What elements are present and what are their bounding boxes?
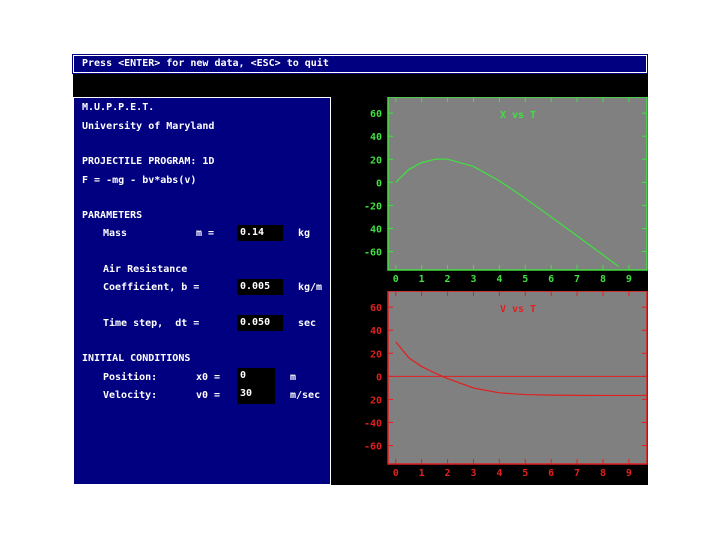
x-tick-label: 9	[626, 274, 632, 285]
x-tick-label: 6	[548, 274, 554, 285]
x-tick-label: 1	[419, 468, 425, 479]
y-tick-label: 60	[370, 303, 382, 314]
x-tick-label: 0	[393, 274, 399, 285]
chart-title: X vs T	[500, 110, 536, 121]
x-tick-label: 5	[522, 468, 528, 479]
y-tick-label: -20	[364, 201, 382, 212]
x-tick-label: 4	[496, 468, 502, 479]
v-vs-t-chart: 60 40 20 0 20 -40 -60 0 1 2 3 4 5 6 7 8 9 V vs T	[364, 291, 648, 479]
x-tick-label: 8	[600, 274, 606, 285]
x-tick-label: 7	[574, 468, 580, 479]
instruction-text: Press <ENTER> for new data, <ESC> to qui…	[82, 58, 329, 69]
mass-input[interactable]: 0.14	[237, 225, 283, 241]
x-tick-label: 5	[522, 274, 528, 285]
position-input[interactable]: 0	[237, 368, 275, 386]
x-tick-label: 0	[393, 468, 399, 479]
x-tick-label: 2	[445, 274, 451, 285]
y-tick-label: -40	[364, 418, 382, 429]
mass-symbol: m =	[196, 228, 215, 239]
drag-coefficient-input[interactable]: 0.005	[237, 279, 283, 295]
y-tick-label: 20	[370, 349, 382, 360]
mass-label: Mass	[103, 228, 128, 239]
force-law: F = -mg - bv*abs(v)	[82, 175, 197, 186]
x-tick-label: 8	[600, 468, 606, 479]
y-tick-label: 20	[370, 395, 382, 406]
y-tick-label: 0	[376, 372, 382, 383]
x-vs-t-chart: 60 40 20 0 -20 40 -60 0 1 2 3 4 5 6 7 8 9 X vs T	[364, 97, 648, 285]
parameters-heading: PARAMETERS	[82, 210, 143, 221]
institution: University of Maryland	[82, 121, 215, 132]
y-tick-label: -60	[364, 248, 382, 259]
chart-title: V vs T	[500, 304, 536, 315]
x-tick-label: 4	[496, 274, 502, 285]
position-label: Position:	[103, 372, 158, 383]
velocity-input[interactable]: 30	[237, 386, 275, 404]
x-tick-label: 1	[419, 274, 425, 285]
position-unit: m	[290, 372, 297, 383]
position-symbol: x0 =	[196, 372, 221, 383]
y-tick-label: 60	[370, 109, 382, 120]
x-tick-label: 7	[574, 274, 580, 285]
app-title: M.U.P.P.E.T.	[82, 102, 155, 113]
plot-area	[387, 97, 648, 271]
initial-conditions-heading: INITIAL CONDITIONS	[82, 353, 191, 364]
x-tick-label: 6	[548, 468, 554, 479]
mass-unit: kg	[298, 228, 311, 239]
drag-unit: kg/m	[298, 282, 323, 293]
y-tick-label: 0	[376, 178, 382, 189]
y-tick-label: 40	[370, 326, 382, 337]
plot-area	[387, 291, 648, 465]
drag-label: Coefficient, b =	[103, 282, 200, 293]
y-tick-label: 40	[370, 224, 382, 235]
y-tick-label: -60	[364, 442, 382, 453]
x-tick-label: 3	[470, 468, 476, 479]
timestep-input[interactable]: 0.050	[237, 315, 283, 331]
timestep-unit: sec	[298, 318, 317, 329]
instruction-bar: Press <ENTER> for new data, <ESC> to qui…	[73, 55, 647, 73]
x-tick-label: 3	[470, 274, 476, 285]
y-tick-label: 20	[370, 155, 382, 166]
timestep-label: Time step, dt =	[103, 318, 200, 329]
x-tick-label: 9	[626, 468, 632, 479]
parameter-panel: M.U.P.P.E.T. University of Maryland PROJ…	[73, 97, 331, 485]
velocity-label: Velocity:	[103, 390, 158, 401]
air-resistance-label: Air Resistance	[103, 264, 188, 275]
velocity-symbol: v0 =	[196, 390, 221, 401]
program-title: PROJECTILE PROGRAM: 1D	[82, 156, 215, 167]
y-tick-label: 40	[370, 132, 382, 143]
x-tick-label: 2	[445, 468, 451, 479]
velocity-unit: m/sec	[290, 390, 321, 401]
